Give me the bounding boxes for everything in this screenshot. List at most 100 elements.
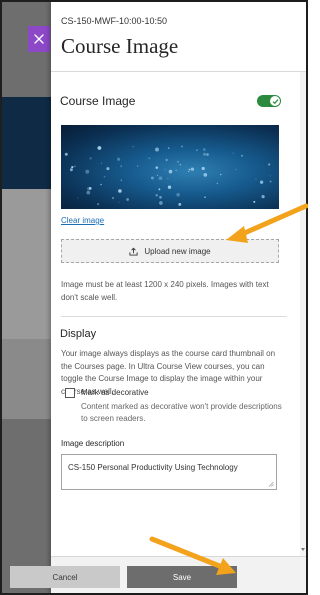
bokeh-dot (241, 154, 243, 157)
bokeh-dot (85, 169, 90, 174)
bokeh-dot (167, 185, 172, 189)
bokeh-dot (158, 188, 161, 191)
bokeh-dot (103, 175, 106, 178)
bokeh-dot (203, 148, 206, 151)
background-band (2, 339, 51, 419)
bokeh-dot (176, 193, 180, 197)
cancel-button[interactable]: Cancel (10, 566, 120, 588)
clear-image-link[interactable]: Clear image (61, 216, 104, 225)
upload-icon (129, 247, 138, 256)
bokeh-dot (96, 202, 100, 206)
bokeh-dot (97, 146, 102, 150)
bokeh-dot (88, 187, 92, 190)
bokeh-dot (259, 180, 264, 184)
bokeh-image (64, 145, 272, 206)
bokeh-dot (118, 201, 120, 203)
bokeh-dot (165, 158, 168, 162)
bokeh-dot (255, 178, 257, 180)
bokeh-dot (77, 197, 79, 199)
bokeh-dot (71, 165, 74, 169)
bokeh-dot (120, 165, 123, 168)
bokeh-dot (117, 157, 121, 161)
bokeh-dot (137, 165, 139, 167)
bokeh-dot (111, 196, 115, 200)
course-image-toggle[interactable] (257, 95, 281, 107)
bokeh-dot (261, 195, 265, 199)
bokeh-dot (155, 147, 159, 152)
course-image-thumbnail (61, 125, 279, 209)
bokeh-dot (253, 200, 256, 203)
bokeh-dot (120, 179, 122, 181)
bokeh-dot (195, 149, 199, 152)
bokeh-dot (148, 157, 151, 160)
toggle-knob (270, 96, 280, 106)
course-image-section-title: Course Image (60, 94, 136, 108)
bokeh-dot (177, 160, 179, 163)
panel-title: Course Image (61, 34, 179, 58)
bokeh-dot (164, 169, 166, 171)
bokeh-dot (158, 176, 163, 181)
display-section-title: Display (60, 328, 97, 340)
bokeh-dot (179, 164, 181, 166)
resize-grip-icon[interactable] (268, 481, 274, 487)
course-code: CS-150-MWF-10:00-10:50 (61, 16, 168, 26)
image-description-value: CS-150 Personal Productivity Using Techn… (68, 463, 238, 472)
bokeh-dot (235, 169, 237, 171)
bokeh-dot (203, 152, 207, 156)
bokeh-dot (159, 201, 163, 205)
close-icon (34, 34, 44, 44)
bokeh-dot (190, 167, 195, 171)
bokeh-dot (219, 173, 222, 176)
bokeh-dot (203, 173, 208, 177)
scroll-down-arrow-icon[interactable] (301, 548, 305, 551)
bokeh-dot (168, 169, 173, 174)
bokeh-dot (175, 169, 177, 171)
bokeh-dot (167, 178, 169, 180)
bokeh-dot (188, 168, 191, 171)
bokeh-dot (106, 167, 110, 171)
background-band (2, 189, 51, 339)
bokeh-dot (204, 196, 206, 198)
bokeh-dot (269, 175, 271, 177)
bokeh-dot (126, 198, 129, 201)
bokeh-dot (157, 174, 159, 176)
upload-label: Upload new image (144, 246, 211, 256)
bokeh-dot (159, 195, 162, 199)
upload-new-image-button[interactable]: Upload new image (61, 239, 279, 263)
bokeh-dot (69, 168, 73, 172)
bokeh-dot (232, 152, 234, 154)
bokeh-dot (64, 152, 68, 156)
background-band (2, 97, 51, 189)
mark-decorative-checkbox[interactable] (65, 388, 75, 398)
image-description-label: Image description (61, 439, 125, 448)
bokeh-dot (118, 189, 122, 193)
bokeh-dot (86, 190, 91, 195)
background-course-page (2, 2, 51, 593)
bokeh-dot (178, 202, 182, 206)
bokeh-dot (100, 183, 102, 186)
close-panel-button[interactable] (28, 26, 50, 52)
bokeh-dot (216, 182, 219, 185)
bokeh-dot (167, 147, 170, 149)
bokeh-dot (206, 153, 209, 156)
checkmark-icon (272, 98, 278, 104)
bokeh-dot (155, 166, 159, 169)
bokeh-dot (89, 157, 92, 160)
image-size-help: Image must be at least 1200 x 240 pixels… (61, 280, 269, 302)
course-image-panel: CS-150-MWF-10:00-10:50 Course Image Cour… (51, 2, 306, 593)
bokeh-dot (155, 194, 158, 197)
scrollbar[interactable] (300, 72, 306, 556)
bokeh-dot (188, 170, 190, 173)
save-button[interactable]: Save (127, 566, 237, 588)
mark-decorative-help: Content marked as decorative won't provi… (81, 402, 282, 423)
mark-decorative-label[interactable]: Mark as decorative (81, 388, 149, 397)
image-description-textarea[interactable]: CS-150 Personal Productivity Using Techn… (61, 454, 277, 490)
bokeh-dot (132, 146, 134, 148)
section-divider (61, 316, 287, 317)
bokeh-dot (150, 176, 154, 180)
bokeh-dot (97, 146, 99, 148)
bokeh-dot (180, 145, 183, 148)
bokeh-dot (74, 165, 76, 168)
bokeh-dot (101, 162, 103, 164)
bokeh-dot (201, 166, 205, 171)
